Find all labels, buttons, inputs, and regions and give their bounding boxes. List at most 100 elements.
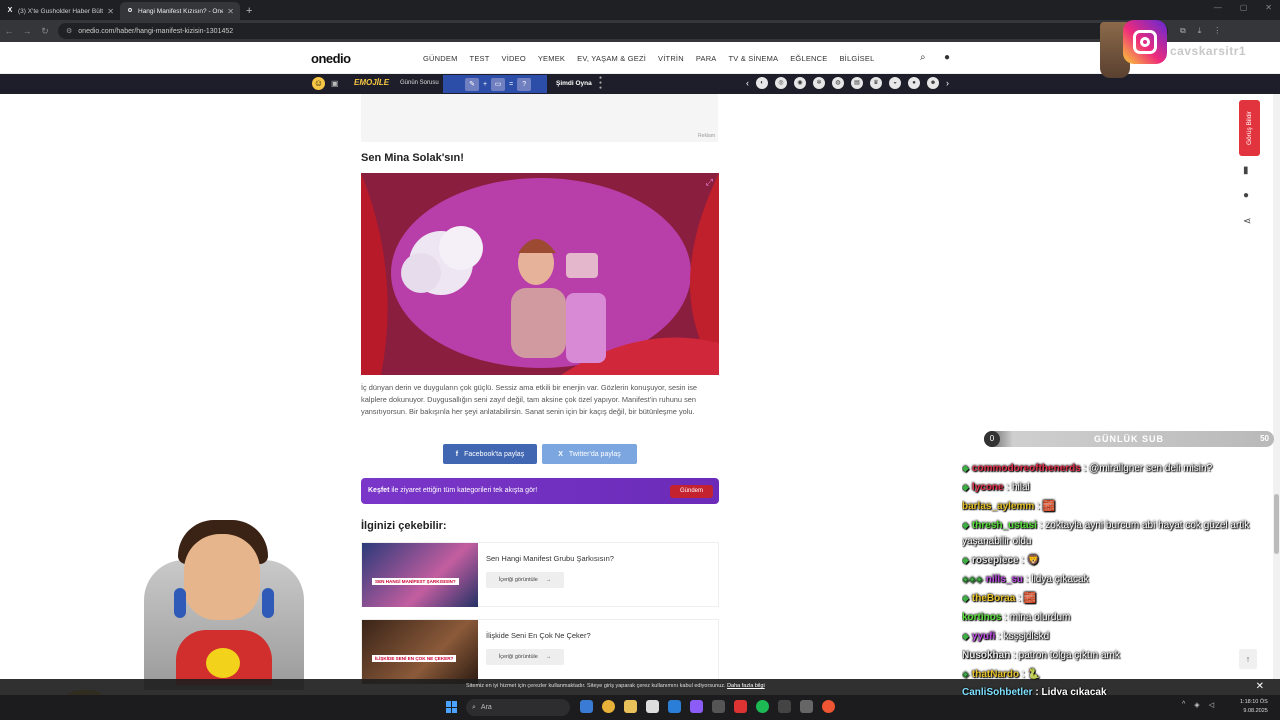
related-thumbnail[interactable]: SEN HANGİ MANİFEST ŞARKISISIN? xyxy=(362,543,478,607)
system-tray: ^ ◈ ◁ xyxy=(1182,701,1214,709)
chat-text: : @mirallgner sen deli misin? xyxy=(1083,463,1213,474)
related-item-title[interactable]: Sen Hangi Manifest Grubu Şarkısısın? xyxy=(486,554,614,563)
search-icon: ⌕ xyxy=(472,703,476,711)
new-tab-icon[interactable]: + xyxy=(240,2,258,20)
gamepad-icon[interactable]: ▣ xyxy=(331,79,339,88)
spotify-icon[interactable] xyxy=(756,700,769,713)
notepad-icon[interactable] xyxy=(646,700,659,713)
share-twitter-button[interactable]: X Twitter'da paylaş xyxy=(542,444,637,464)
download-icon[interactable]: ⤓ xyxy=(1198,26,1202,36)
bookmark-icon[interactable]: ▮ xyxy=(1243,165,1249,176)
file-explorer-icon[interactable] xyxy=(624,700,637,713)
chrome-icon[interactable] xyxy=(602,700,615,713)
category-icon[interactable]: ◍ xyxy=(832,77,844,89)
close-icon[interactable]: ✕ xyxy=(1256,681,1264,692)
onedio-logo[interactable]: onedio xyxy=(311,51,351,66)
close-tab-icon[interactable]: ✕ xyxy=(227,7,234,16)
back-icon[interactable]: ← xyxy=(0,26,18,36)
feedback-button[interactable]: Görüş Bildir xyxy=(1239,100,1260,156)
tab-onedio[interactable]: o Hangi Manifest Kızısın? - Oned... ✕ xyxy=(120,2,240,20)
menu-icon[interactable]: ⋮ xyxy=(1213,26,1221,36)
user-icon[interactable]: ● xyxy=(944,52,950,63)
chat-message: ◆ lycone : hilal xyxy=(962,478,1272,497)
related-item[interactable]: İLİŞKİDE SENİ EN ÇOK NE ÇEKER? İlişkide … xyxy=(361,619,719,684)
share-icon[interactable]: ⋖ xyxy=(1243,216,1251,227)
category-icon[interactable]: ● xyxy=(908,77,920,89)
app-icon[interactable] xyxy=(778,700,791,713)
expand-icon[interactable]: ⤢ xyxy=(706,177,713,188)
gundem-chip[interactable]: Gündem xyxy=(670,485,713,498)
nav-item-test[interactable]: TEST xyxy=(470,54,490,63)
chevron-up-icon[interactable]: ^ xyxy=(1182,701,1185,709)
emojile-logo[interactable]: EMOJİLE xyxy=(354,78,389,87)
comments-icon[interactable]: ● xyxy=(1243,190,1249,201)
cookie-more-link[interactable]: Daha fazla bilgi xyxy=(727,683,765,689)
app-icon[interactable] xyxy=(734,700,747,713)
nav-item-eglence[interactable]: EĞLENCE xyxy=(790,54,827,63)
clock-time: 1:18:10 ÖS xyxy=(1240,699,1268,705)
nav-item-bilgisel[interactable]: BİLGİSEL xyxy=(839,54,874,63)
minimize-icon[interactable]: — xyxy=(1214,3,1222,12)
ad-slot: Reklam xyxy=(361,94,718,142)
category-icon[interactable]: ◎ xyxy=(775,77,787,89)
close-window-icon[interactable]: ✕ xyxy=(1265,3,1272,12)
app-icon[interactable] xyxy=(822,700,835,713)
result-image: ⤢ xyxy=(361,173,719,375)
chevron-left-icon[interactable]: ‹ xyxy=(746,78,749,88)
page-scrollbar[interactable] xyxy=(1273,94,1280,679)
category-icon[interactable]: ◉ xyxy=(794,77,806,89)
nav-item-para[interactable]: PARA xyxy=(696,54,717,63)
windows-start-icon[interactable] xyxy=(446,701,458,713)
category-icon[interactable]: ◐ xyxy=(756,77,768,89)
site-info-icon[interactable]: ⚙ xyxy=(66,27,72,35)
forward-icon[interactable]: → xyxy=(18,26,36,36)
play-now-link[interactable]: Şimdi Oyna xyxy=(556,80,592,87)
nav-item-tv-sinema[interactable]: TV & SİNEMA xyxy=(729,54,779,63)
taskbar-search[interactable]: ⌕ Ara xyxy=(466,699,570,716)
app-icon[interactable] xyxy=(712,700,725,713)
taskbar-clock[interactable]: 1:18:10 ÖS 9.08.2025 xyxy=(1240,698,1268,716)
nav-item-gundem[interactable]: GÜNDEM xyxy=(423,54,458,63)
chat-user: kortinos xyxy=(962,612,1002,623)
app-icon[interactable] xyxy=(690,700,703,713)
nav-item-video[interactable]: VİDEO xyxy=(502,54,526,63)
taskbar-apps xyxy=(580,700,835,713)
volume-icon[interactable]: ◁ xyxy=(1209,701,1214,709)
extensions-icon[interactable]: ⧉ xyxy=(1180,26,1186,36)
emoji-puzzle[interactable]: ✎ + ▭ = ? xyxy=(443,75,547,93)
x-icon: X xyxy=(558,450,563,458)
network-icon[interactable]: ◈ xyxy=(1194,701,1199,709)
close-tab-icon[interactable]: ✕ xyxy=(107,7,114,16)
scrollbar-thumb[interactable] xyxy=(1274,494,1279,554)
window-controls: — ▢ ✕ xyxy=(1214,3,1272,12)
copilot-icon[interactable] xyxy=(580,700,593,713)
related-item[interactable]: SEN HANGİ MANİFEST ŞARKISISIN? Sen Hangi… xyxy=(361,542,719,607)
nav-item-vitrin[interactable]: VİTRİN xyxy=(658,54,684,63)
search-icon[interactable]: ⌕ xyxy=(920,52,926,63)
view-content-button[interactable]: İçeriği görüntüle → xyxy=(486,572,564,588)
category-icon[interactable]: ☻ xyxy=(927,77,939,89)
related-item-title[interactable]: İlişkide Seni En Çok Ne Çeker? xyxy=(486,631,591,640)
share-facebook-button[interactable]: f Facebook'ta paylaş xyxy=(443,444,537,464)
chevron-right-icon[interactable]: › xyxy=(946,78,949,88)
view-content-button[interactable]: İçeriği görüntüle → xyxy=(486,649,564,665)
reload-icon[interactable]: ↻ xyxy=(36,26,54,37)
edge-icon[interactable] xyxy=(668,700,681,713)
app-icon[interactable] xyxy=(800,700,813,713)
category-icon[interactable]: ♛ xyxy=(870,77,882,89)
category-icon[interactable]: ▤ xyxy=(851,77,863,89)
related-thumbnail[interactable]: İLİŞKİDE SENİ EN ÇOK NE ÇEKER? xyxy=(362,620,478,684)
sub-goal-bar: 0 GÜNLÜK SUB 50 xyxy=(984,431,1274,447)
sub-badge-icon: ◆ xyxy=(962,631,969,641)
tab-x[interactable]: X (3) X'te Gusholder Haber Bülte... ✕ xyxy=(0,2,120,20)
stream-chat: ◆ commodoreofthenerds : @mirallgner sen d… xyxy=(962,459,1272,684)
category-icon[interactable]: ◒ xyxy=(889,77,901,89)
maximize-icon[interactable]: ▢ xyxy=(1240,3,1248,12)
emoji-icon[interactable]: ☺ xyxy=(312,77,325,90)
category-icon[interactable]: ✲ xyxy=(813,77,825,89)
nav-item-ev-yasam[interactable]: EV, YAŞAM & GEZİ xyxy=(577,54,646,63)
more-options-icon[interactable]: ● ● ● xyxy=(599,76,602,91)
kesfet-banner[interactable]: Keşfet ile ziyaret ettiğin tüm kategoril… xyxy=(361,478,719,504)
nav-item-yemek[interactable]: YEMEK xyxy=(538,54,565,63)
url-field[interactable]: ⚙ onedio.com/haber/hangi-manifest-kizisi… xyxy=(58,23,1168,39)
